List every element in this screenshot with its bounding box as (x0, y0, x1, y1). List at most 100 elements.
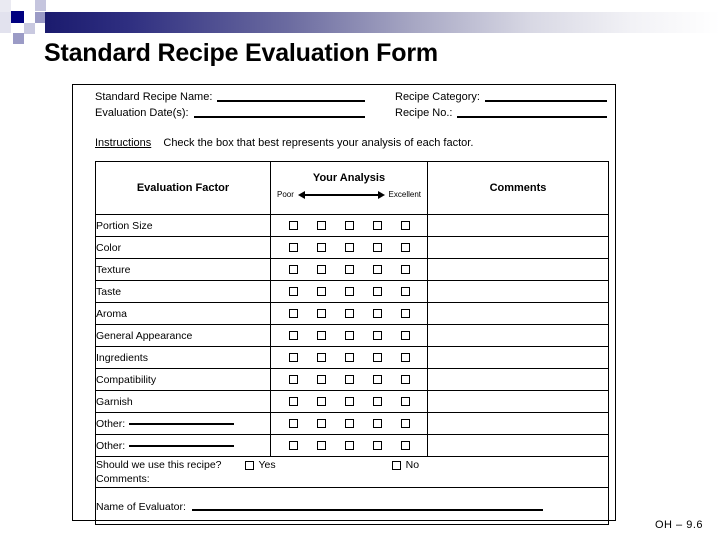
checkbox-icon[interactable] (316, 243, 326, 252)
comments-cell[interactable] (427, 390, 609, 413)
checkbox-icon[interactable] (288, 243, 298, 252)
recipe-name-rule[interactable] (217, 100, 365, 102)
factor-cell: Garnish (95, 390, 271, 413)
factor-label: Texture (96, 263, 131, 276)
checkbox-icon[interactable] (372, 397, 382, 406)
checkbox-icon[interactable] (400, 309, 410, 318)
checkbox-icon[interactable] (400, 221, 410, 230)
checkbox-icon[interactable] (316, 397, 326, 406)
checkbox-icon[interactable] (344, 397, 354, 406)
recommend-comments-label: Comments: (96, 473, 150, 485)
comments-cell[interactable] (427, 258, 609, 281)
checkbox-icon[interactable] (316, 265, 326, 274)
checkbox-icon[interactable] (316, 375, 326, 384)
checkbox-icon[interactable] (400, 375, 410, 384)
other-factor-rule[interactable] (129, 444, 235, 447)
checkbox-icon[interactable] (372, 441, 382, 450)
checkbox-icon[interactable] (316, 309, 326, 318)
recommend-no-option[interactable]: No (391, 459, 419, 471)
checkbox-icon[interactable] (372, 309, 382, 318)
evaluator-field[interactable]: Name of Evaluator: (96, 488, 608, 524)
checkbox-icon[interactable] (316, 441, 326, 450)
checkbox-icon[interactable] (400, 353, 410, 362)
recipe-no-rule[interactable] (457, 116, 607, 118)
checkbox-icon[interactable] (372, 221, 382, 230)
checkbox-icon[interactable] (288, 331, 298, 340)
checkbox-icon[interactable] (344, 375, 354, 384)
checkbox-icon[interactable] (344, 265, 354, 274)
comments-cell[interactable] (427, 368, 609, 391)
factor-label: Garnish (96, 395, 133, 408)
checkbox-icon[interactable] (344, 353, 354, 362)
comments-cell[interactable] (427, 324, 609, 347)
checkbox-icon[interactable] (288, 419, 298, 428)
checkbox-icon[interactable] (344, 441, 354, 450)
checkbox-yes-icon[interactable] (244, 460, 254, 470)
factor-label: Color (96, 241, 122, 254)
recipe-no-field[interactable]: Recipe No.: (395, 107, 607, 120)
comments-cell[interactable] (427, 280, 609, 303)
comments-cell[interactable] (427, 236, 609, 259)
evaluation-date-rule[interactable] (193, 116, 365, 118)
analysis-cell (270, 302, 428, 325)
recipe-category-rule[interactable] (485, 100, 607, 102)
checkbox-icon[interactable] (400, 419, 410, 428)
checkbox-icon[interactable] (372, 375, 382, 384)
checkbox-icon[interactable] (372, 331, 382, 340)
checkbox-icon[interactable] (316, 287, 326, 296)
checkbox-icon[interactable] (400, 243, 410, 252)
checkbox-icon[interactable] (316, 419, 326, 428)
checkbox-icon[interactable] (316, 331, 326, 340)
header-decoration (0, 0, 720, 44)
checkbox-icon[interactable] (372, 287, 382, 296)
recipe-category-field[interactable]: Recipe Category: (395, 91, 607, 104)
checkbox-icon[interactable] (288, 397, 298, 406)
evaluation-date-field[interactable]: Evaluation Date(s): (95, 107, 395, 120)
checkbox-icon[interactable] (400, 287, 410, 296)
checkbox-icon[interactable] (288, 309, 298, 318)
checkbox-group (271, 265, 427, 274)
other-factor-rule[interactable] (129, 422, 235, 425)
comments-cell[interactable] (427, 412, 609, 435)
checkbox-icon[interactable] (400, 397, 410, 406)
recipe-name-field[interactable]: Standard Recipe Name: (95, 91, 395, 104)
checkbox-group (271, 353, 427, 362)
factor-cell: Ingredients (95, 346, 271, 369)
checkbox-icon[interactable] (288, 353, 298, 362)
checkbox-icon[interactable] (372, 265, 382, 274)
checkbox-icon[interactable] (372, 419, 382, 428)
comments-cell[interactable] (427, 434, 609, 457)
checkbox-icon[interactable] (400, 265, 410, 274)
table-row: Other: (95, 412, 609, 435)
checkbox-icon[interactable] (344, 243, 354, 252)
instructions-text: Check the box that best represents your … (163, 137, 474, 149)
checkbox-icon[interactable] (316, 221, 326, 230)
scale-high-label: Excellent (388, 190, 421, 199)
comments-cell[interactable] (427, 302, 609, 325)
checkbox-icon[interactable] (288, 265, 298, 274)
recommend-question-line: Should we use this recipe? Yes No (96, 459, 608, 471)
recipe-no-label: Recipe No.: (395, 107, 453, 119)
checkbox-icon[interactable] (288, 375, 298, 384)
factor-cell: Texture (95, 258, 271, 281)
recommend-yes-option[interactable]: Yes (244, 459, 276, 471)
evaluator-rule[interactable] (191, 509, 543, 511)
checkbox-icon[interactable] (344, 331, 354, 340)
checkbox-icon[interactable] (344, 221, 354, 230)
checkbox-icon[interactable] (344, 287, 354, 296)
checkbox-icon[interactable] (344, 309, 354, 318)
factor-cell: Aroma (95, 302, 271, 325)
checkbox-icon[interactable] (344, 419, 354, 428)
checkbox-icon[interactable] (288, 287, 298, 296)
checkbox-icon[interactable] (372, 353, 382, 362)
comments-cell[interactable] (427, 214, 609, 237)
checkbox-icon[interactable] (288, 441, 298, 450)
checkbox-icon[interactable] (400, 331, 410, 340)
checkbox-no-icon[interactable] (391, 460, 401, 470)
comments-cell[interactable] (427, 346, 609, 369)
checkbox-icon[interactable] (400, 441, 410, 450)
checkbox-icon[interactable] (288, 221, 298, 230)
checkbox-icon[interactable] (372, 243, 382, 252)
checkbox-icon[interactable] (316, 353, 326, 362)
recommend-yes-label: Yes (258, 459, 276, 471)
